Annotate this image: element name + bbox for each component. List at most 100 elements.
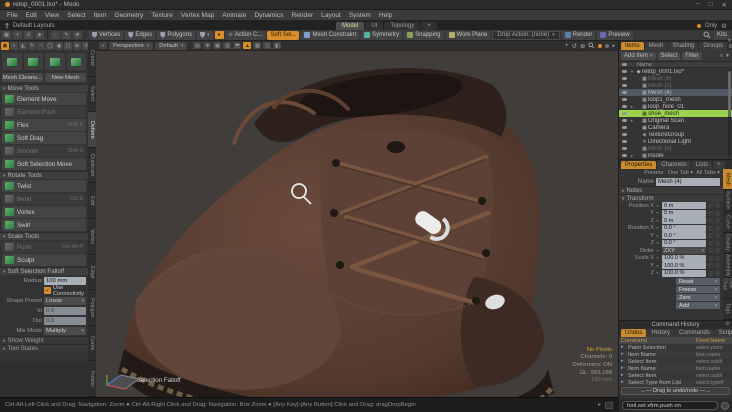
- visibility-toggle[interactable]: [619, 90, 629, 95]
- close-button[interactable]: ✕: [722, 1, 727, 9]
- sidebar-tool-icon-1[interactable]: +: [10, 42, 18, 50]
- layout-tab-x[interactable]: +: [421, 22, 437, 30]
- mix-mode-dropdown[interactable]: Multiply ▾: [44, 326, 86, 335]
- expand-arrow-icon[interactable]: ▸: [629, 118, 635, 124]
- item-row-original-scan[interactable]: ▸ ▦ Original Scan: [619, 117, 732, 124]
- pin-icon[interactable]: [5, 22, 9, 29]
- move-tool-icon[interactable]: +: [13, 31, 22, 39]
- channel-icon[interactable]: [715, 225, 720, 231]
- items-tab-mesh[interactable]: Mesh: [644, 42, 668, 50]
- soft-selection-button[interactable]: Soft Sel...: [267, 30, 300, 40]
- reset-arrow-icon[interactable]: ◂: [656, 233, 660, 239]
- magnify-icon[interactable]: [588, 42, 595, 49]
- in-field[interactable]: 0.0: [44, 306, 86, 315]
- reset-arrow-icon[interactable]: ◂: [656, 203, 660, 209]
- items-tab-groups[interactable]: Groups: [699, 42, 728, 50]
- channel-icon[interactable]: [715, 270, 720, 276]
- viewport-option-icon-5[interactable]: ▲: [243, 42, 252, 49]
- falloff-section-header[interactable]: ▾ Soft Selection Falloff: [0, 267, 88, 275]
- tool-twist[interactable]: Twist: [2, 180, 86, 192]
- tool-sculpt[interactable]: Sculpt: [2, 254, 86, 266]
- status-box-icon[interactable]: [605, 401, 613, 409]
- tool-soft-drag[interactable]: Soft Drag: [2, 132, 86, 144]
- properties-tab-x[interactable]: +: [713, 161, 725, 169]
- layout-tab-ui[interactable]: UI: [365, 22, 384, 30]
- mesh-cleanup-button[interactable]: Mesh Cleanu...: [2, 73, 43, 82]
- category-tab-vertex[interactable]: Vertex: [88, 218, 96, 255]
- viewport-dot2-icon[interactable]: [605, 43, 610, 48]
- menu-render[interactable]: Render: [291, 12, 313, 19]
- visibility-toggle[interactable]: [619, 76, 629, 81]
- tool-smooth[interactable]: Smooth Shift S: [2, 145, 86, 157]
- item-row-retop-0001-lxo[interactable]: ▾ ◆ retop_0001.lxo*: [619, 68, 732, 75]
- visibility-toggle[interactable]: [619, 69, 629, 74]
- viewport-option-icon-3[interactable]: ▥: [223, 42, 232, 49]
- viewport-option-icon-8[interactable]: ◧: [273, 42, 282, 49]
- item-row-directional-light[interactable]: ☀ Directional Light: [619, 138, 732, 145]
- category-tab-polygon[interactable]: Polygon: [88, 290, 96, 326]
- item-row-mesh-4[interactable]: ▦ Mesh (4): [619, 89, 732, 96]
- scale-0-field[interactable]: 100.0 %: [662, 254, 706, 262]
- history-row-0[interactable]: ▸ Paint Selection select.paint: [619, 344, 732, 351]
- prop-category-tab-surface[interactable]: Surface: [723, 190, 732, 212]
- expand-arrow-icon[interactable]: ▸: [629, 104, 635, 110]
- select-paint-icon[interactable]: ✎: [62, 31, 71, 39]
- select-button[interactable]: Select: [657, 51, 681, 60]
- viewport-option-icon-4[interactable]: ⬒: [233, 42, 242, 49]
- shape-preset-dropdown[interactable]: Linear ▾: [44, 296, 86, 305]
- sidebar-tool-icon-8[interactable]: ⊕: [73, 42, 81, 50]
- category-tab-create[interactable]: Create: [88, 41, 96, 77]
- prop-category-tab-assembly[interactable]: Assembly: [723, 254, 732, 278]
- channel-icon[interactable]: [715, 255, 720, 261]
- category-tab-edge[interactable]: Edge: [88, 254, 96, 291]
- reset-arrow-icon[interactable]: ◂: [656, 210, 660, 216]
- history-row-2[interactable]: ▸ Select Item select.subIt: [619, 358, 732, 365]
- viewport-option-icon-1[interactable]: ❖: [203, 42, 212, 49]
- symmetry-button[interactable]: Symmetry: [361, 30, 403, 40]
- new-mesh-button[interactable]: New Mesh: [45, 73, 86, 82]
- visibility-toggle[interactable]: [619, 125, 629, 130]
- menu-select[interactable]: Select: [67, 12, 85, 19]
- sidebar-tool-icon-7[interactable]: ▢: [64, 42, 72, 50]
- item-row-mesh-6[interactable]: ▦ Mesh (6): [619, 75, 732, 82]
- transform-section[interactable]: ▾ Transform: [619, 194, 723, 202]
- viewport-option-icon-7[interactable]: ◫: [263, 42, 272, 49]
- envelope-icon[interactable]: [708, 218, 713, 224]
- history-row-1[interactable]: ▸ Item Name item.name: [619, 351, 732, 358]
- section-header-move-tools[interactable]: ▾ Move Tools: [0, 84, 88, 92]
- scale-tool-icon[interactable]: ◈: [35, 31, 44, 39]
- envelope-icon[interactable]: [708, 233, 713, 239]
- select-zoom-icon[interactable]: ⊕: [73, 31, 82, 39]
- history-tab-commands[interactable]: Commands: [675, 329, 714, 337]
- scale-2-field[interactable]: 100.0 %: [662, 269, 706, 277]
- orbit-icon[interactable]: ↺: [572, 42, 577, 50]
- items-scrollbar[interactable]: [728, 69, 731, 157]
- visibility-toggle[interactable]: [619, 146, 629, 151]
- tool-preset-button-2[interactable]: [45, 53, 65, 70]
- properties-tab-properties[interactable]: Properties: [621, 161, 657, 169]
- boot-3d-model[interactable]: [96, 51, 618, 397]
- panel-options-icon[interactable]: ⚙: [726, 321, 730, 327]
- item-name-field[interactable]: Mesh (4): [656, 177, 720, 186]
- visibility-toggle[interactable]: [619, 104, 629, 109]
- add-item-button[interactable]: Add Item ▾: [621, 51, 656, 60]
- item-row-texturegroup[interactable]: ◈ TextureGroup: [619, 131, 732, 138]
- y-1-field[interactable]: 0 m: [662, 209, 706, 217]
- menu-dynamics[interactable]: Dynamics: [254, 12, 283, 19]
- history-tab-history[interactable]: History: [647, 329, 675, 337]
- funnel-icon[interactable]: ▼: [725, 53, 730, 59]
- viewport-option-icon-2[interactable]: ▣: [213, 42, 222, 49]
- list-icon[interactable]: ≡: [720, 53, 723, 59]
- prop-category-tab-curve[interactable]: Curve: [723, 211, 732, 233]
- menu-item[interactable]: Item: [94, 12, 107, 19]
- history-row-5[interactable]: ▸ Select Type from List select.typeF: [619, 379, 732, 386]
- visibility-toggle[interactable]: [619, 97, 629, 102]
- action-center-icon[interactable]: ●: [214, 31, 224, 39]
- search-icon[interactable]: [703, 31, 711, 39]
- select-lasso-icon[interactable]: ◌: [51, 31, 60, 39]
- sidebar-tool-icon-6[interactable]: ◉: [55, 42, 63, 50]
- tool-preset-button-3[interactable]: [66, 53, 86, 70]
- command-run-icon[interactable]: [721, 401, 729, 410]
- radius-field[interactable]: 100 mm: [44, 276, 86, 285]
- envelope-icon[interactable]: [708, 203, 713, 209]
